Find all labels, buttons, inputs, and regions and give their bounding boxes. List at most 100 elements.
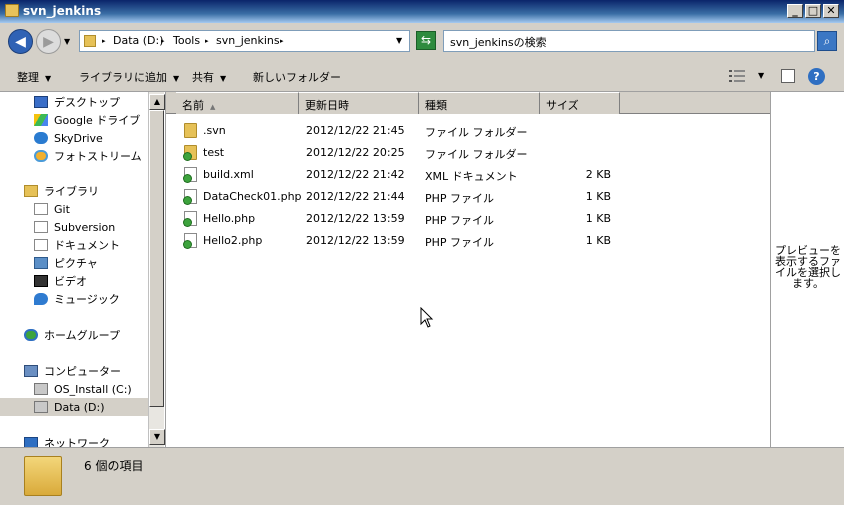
minimize-button[interactable]: _ (787, 4, 803, 18)
back-button[interactable]: ◀ (8, 29, 33, 54)
file-row[interactable]: DataCheck01.php 2012/12/22 21:44 PHP ファイ… (180, 186, 611, 208)
add-to-library-menu[interactable]: ライブラリに追加 ▼ (79, 69, 179, 85)
nav-label: ホームグループ (44, 329, 121, 342)
file-name: DataCheck01.php (203, 190, 302, 203)
nav-item-pictures[interactable]: ピクチャ (0, 254, 148, 272)
breadcrumb-tools[interactable]: Tools (173, 34, 200, 47)
library-icon (24, 185, 38, 197)
svn-status-icon (183, 240, 192, 249)
column-headers: 名前 ▲ 更新日時 種類 サイズ (166, 92, 770, 114)
address-history-dropdown[interactable]: ▼ (396, 36, 402, 45)
file-row[interactable]: build.xml 2012/12/22 21:42 XML ドキュメント 2 … (180, 164, 611, 186)
folder-icon (5, 4, 19, 17)
music-icon (34, 293, 48, 305)
details-pane: 6 個の項目 (0, 447, 844, 505)
preview-message: プレビューを 表示するファ イルを選択し ます。 (773, 245, 843, 289)
nav-item-drive-d[interactable]: Data (D:) (0, 398, 148, 416)
folder-icon (24, 456, 62, 496)
svn-status-icon (183, 218, 192, 227)
svn-status-icon (183, 174, 192, 183)
breadcrumb-separator[interactable]: ▸ (102, 37, 106, 45)
file-name: .svn (203, 124, 226, 137)
file-name: Hello2.php (203, 234, 263, 247)
share-menu[interactable]: 共有 ▼ (192, 69, 226, 85)
file-type: PHP ファイル (425, 192, 495, 205)
nav-item-google-drive[interactable]: Google ドライブ (0, 111, 148, 129)
nav-label: フォトストリーム (54, 150, 142, 163)
column-header-type[interactable]: 種類 (419, 92, 540, 114)
nav-label: ドキュメント (54, 239, 120, 252)
search-icon[interactable]: ⌕ (817, 31, 837, 51)
file-row[interactable]: .svn 2012/12/22 21:45 ファイル フォルダー (180, 120, 610, 142)
view-dropdown[interactable]: ▼ (758, 71, 764, 80)
nav-item-computer[interactable]: コンピューター (0, 362, 148, 380)
breadcrumb-separator[interactable]: ▸ (280, 37, 284, 45)
new-folder-button[interactable]: 新しいフォルダー (253, 69, 341, 85)
nav-label: Subversion (54, 220, 116, 234)
column-header-name[interactable]: 名前 ▲ (176, 92, 299, 114)
organize-menu[interactable]: 整理 ▼ (17, 69, 51, 85)
nav-item-documents[interactable]: ドキュメント (0, 236, 148, 254)
file-size: 1 KB (585, 190, 611, 203)
close-button[interactable]: ✕ (823, 4, 839, 18)
search-input[interactable]: svn_jenkinsの検索 (443, 30, 815, 52)
folder-icon (184, 123, 197, 138)
file-type: ファイル フォルダー (425, 148, 528, 161)
title-bar[interactable]: svn_jenkins _ □ ✕ (0, 0, 844, 23)
scrollbar-thumb[interactable] (149, 110, 164, 407)
file-type: PHP ファイル (425, 214, 495, 227)
network-icon (24, 437, 38, 447)
nav-item-video[interactable]: ビデオ (0, 272, 148, 290)
file-type: ファイル フォルダー (425, 126, 528, 139)
navigation-scrollbar[interactable]: ▲ ▼ (148, 92, 165, 447)
file-modified: 2012/12/22 20:25 (306, 146, 405, 159)
column-header-modified[interactable]: 更新日時 (299, 92, 419, 114)
drive-icon (34, 401, 48, 413)
file-list-pane: 名前 ▲ 更新日時 種類 サイズ .svn 2012/12/22 21:45 ファ… (165, 92, 770, 447)
file-row[interactable]: Hello2.php 2012/12/22 13:59 PHP ファイル 1 K… (180, 230, 611, 252)
breadcrumb-svn-jenkins[interactable]: svn_jenkins (216, 34, 280, 47)
nav-item-music[interactable]: ミュージック (0, 290, 148, 308)
preview-pane-toggle[interactable] (781, 69, 795, 83)
breadcrumb-separator[interactable]: ▸ (205, 37, 209, 45)
column-header-size[interactable]: サイズ (540, 92, 620, 114)
file-row[interactable]: Hello.php 2012/12/22 13:59 PHP ファイル 1 KB (180, 208, 611, 230)
file-type: PHP ファイル (425, 236, 495, 249)
recent-pages-dropdown[interactable]: ▼ (64, 37, 70, 46)
breadcrumb-separator[interactable]: ▸ (161, 37, 165, 45)
nav-label: Data (D:) (54, 400, 105, 414)
nav-item-git[interactable]: Git (0, 200, 148, 218)
pictures-icon (34, 257, 48, 269)
address-bar[interactable]: ▸ Data (D:) ▸ Tools ▸ svn_jenkins ▸ ▼ (79, 30, 410, 52)
php-file-icon (183, 233, 197, 249)
php-file-icon (183, 189, 197, 205)
nav-label: SkyDrive (54, 131, 103, 145)
sort-ascending-icon: ▲ (210, 103, 216, 111)
nav-item-homegroup[interactable]: ホームグループ (0, 326, 148, 344)
homegroup-icon (24, 329, 38, 341)
file-size: 2 KB (585, 168, 611, 181)
file-row[interactable]: test 2012/12/22 20:25 ファイル フォルダー (180, 142, 610, 164)
nav-label: ライブラリ (44, 185, 99, 198)
maximize-button[interactable]: □ (805, 4, 821, 18)
view-options-icon[interactable] (729, 70, 745, 82)
scroll-up-arrow[interactable]: ▲ (149, 94, 165, 110)
forward-button[interactable]: ▶ (36, 29, 61, 54)
help-icon[interactable]: ? (808, 68, 825, 85)
window-title: svn_jenkins (23, 4, 102, 18)
file-size: 1 KB (585, 212, 611, 225)
nav-item-subversion[interactable]: Subversion (0, 218, 148, 236)
file-name: Hello.php (203, 212, 256, 225)
nav-item-photostream[interactable]: フォトストリーム (0, 147, 148, 165)
xml-file-icon (183, 167, 197, 183)
breadcrumb-drive[interactable]: Data (D:) (113, 34, 164, 47)
nav-item-network[interactable]: ネットワーク (0, 434, 148, 447)
file-modified: 2012/12/22 13:59 (306, 234, 405, 247)
nav-item-libraries[interactable]: ライブラリ (0, 182, 148, 200)
nav-item-drive-c[interactable]: OS_Install (C:) (0, 380, 148, 398)
scroll-down-arrow[interactable]: ▼ (149, 429, 165, 445)
refresh-button[interactable]: ⇆ (416, 31, 436, 50)
file-name: build.xml (203, 168, 254, 181)
nav-item-desktop[interactable]: デスクトップ (0, 93, 148, 111)
nav-item-skydrive[interactable]: SkyDrive (0, 129, 148, 147)
